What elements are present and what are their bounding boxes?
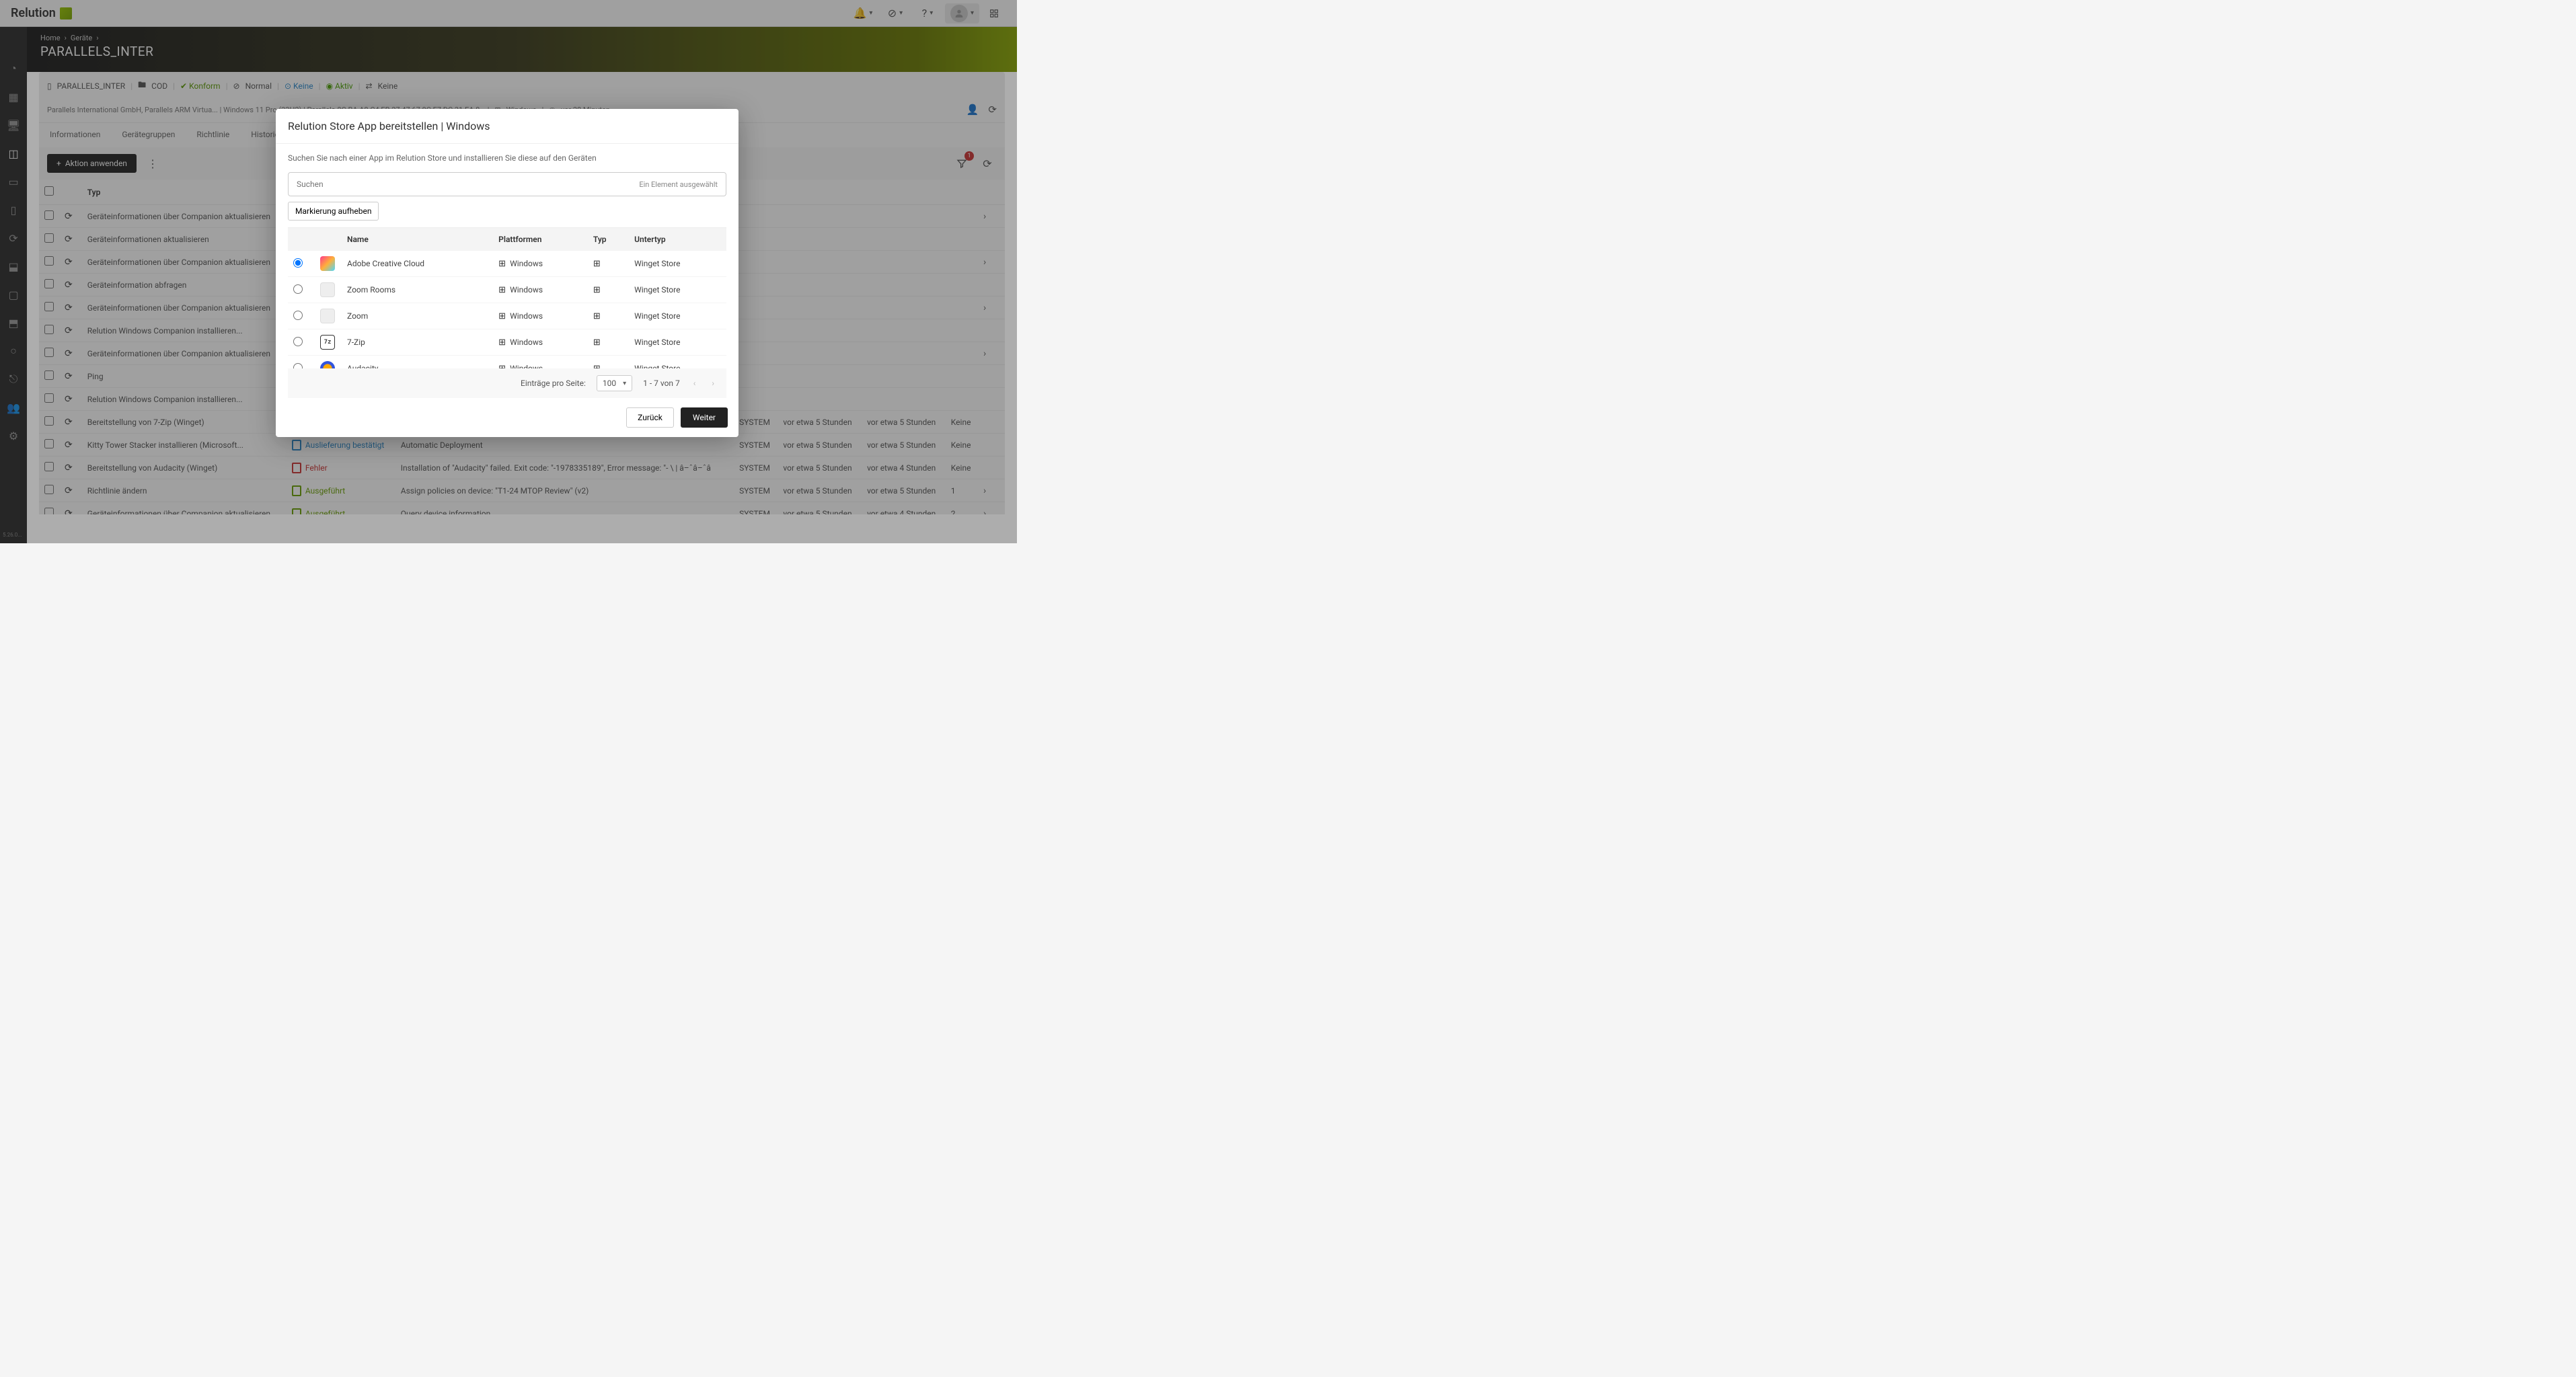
app-type: ⊞ [588,251,629,277]
app-platform: ⊞Windows [493,356,588,369]
app-platform: ⊞Windows [493,329,588,356]
page-range: 1 - 7 von 7 [643,379,680,388]
next-page-button[interactable]: › [709,376,717,391]
app-radio[interactable] [293,337,303,346]
app-type: ⊞ [588,277,629,303]
back-button[interactable]: Zurück [626,407,674,428]
app-name: 7-Zip [342,329,493,356]
app-name: Audacity [342,356,493,369]
windows-icon: ⊞ [593,311,601,321]
modal-description: Suchen Sie nach einer App im Relution St… [288,153,726,163]
next-button[interactable]: Weiter [681,407,728,428]
app-row[interactable]: Zoom ⊞Windows ⊞ Winget Store [288,303,726,329]
app-radio[interactable] [293,258,303,268]
app-subtype: Winget Store [629,329,726,356]
app-name: Adobe Creative Cloud [342,251,493,277]
deploy-app-modal: Relution Store App bereitstellen | Windo… [276,109,738,437]
windows-icon: ⊞ [498,338,506,348]
windows-icon: ⊞ [498,364,506,369]
app-platform: ⊞Windows [493,303,588,329]
col-platform[interactable]: Plattformen [493,228,588,251]
app-subtype: Winget Store [629,277,726,303]
col-name[interactable]: Name [342,228,493,251]
app-radio[interactable] [293,284,303,294]
windows-icon: ⊞ [498,311,506,321]
page-size-select[interactable]: 100 ▾ [597,375,632,391]
apps-table: Name Plattformen Typ Untertyp Adobe Crea… [288,228,726,368]
windows-icon: ⊞ [593,259,601,269]
selection-count: Ein Element ausgewählt [639,180,718,189]
app-icon [320,256,335,271]
app-row[interactable]: Adobe Creative Cloud ⊞Windows ⊞ Winget S… [288,251,726,277]
col-subtype[interactable]: Untertyp [629,228,726,251]
search-input[interactable] [297,180,639,189]
windows-icon: ⊞ [593,338,601,348]
modal-title: Relution Store App bereitstellen | Windo… [276,109,738,144]
app-platform: ⊞Windows [493,251,588,277]
app-row[interactable]: 7z 7-Zip ⊞Windows ⊞ Winget Store [288,329,726,356]
app-icon [320,282,335,297]
app-name: Zoom [342,303,493,329]
app-type: ⊞ [588,356,629,369]
app-radio[interactable] [293,311,303,320]
app-name: Zoom Rooms [342,277,493,303]
app-icon [320,309,335,323]
clear-selection-button[interactable]: Markierung aufheben [288,202,379,221]
app-subtype: Winget Store [629,251,726,277]
app-radio[interactable] [293,363,303,369]
app-icon [320,361,335,368]
app-icon: 7z [320,335,335,350]
windows-icon: ⊞ [498,259,506,269]
app-platform: ⊞Windows [493,277,588,303]
app-subtype: Winget Store [629,356,726,369]
app-search-box[interactable]: Ein Element ausgewählt [288,172,726,196]
chevron-down-icon: ▾ [623,380,626,387]
prev-page-button[interactable]: ‹ [691,376,699,391]
windows-icon: ⊞ [498,285,506,295]
app-subtype: Winget Store [629,303,726,329]
app-row[interactable]: Zoom Rooms ⊞Windows ⊞ Winget Store [288,277,726,303]
app-row[interactable]: Audacity ⊞Windows ⊞ Winget Store [288,356,726,369]
col-type[interactable]: Typ [588,228,629,251]
windows-icon: ⊞ [593,285,601,295]
windows-icon: ⊞ [593,364,601,369]
app-type: ⊞ [588,329,629,356]
page-size-label: Einträge pro Seite: [521,379,586,388]
app-type: ⊞ [588,303,629,329]
